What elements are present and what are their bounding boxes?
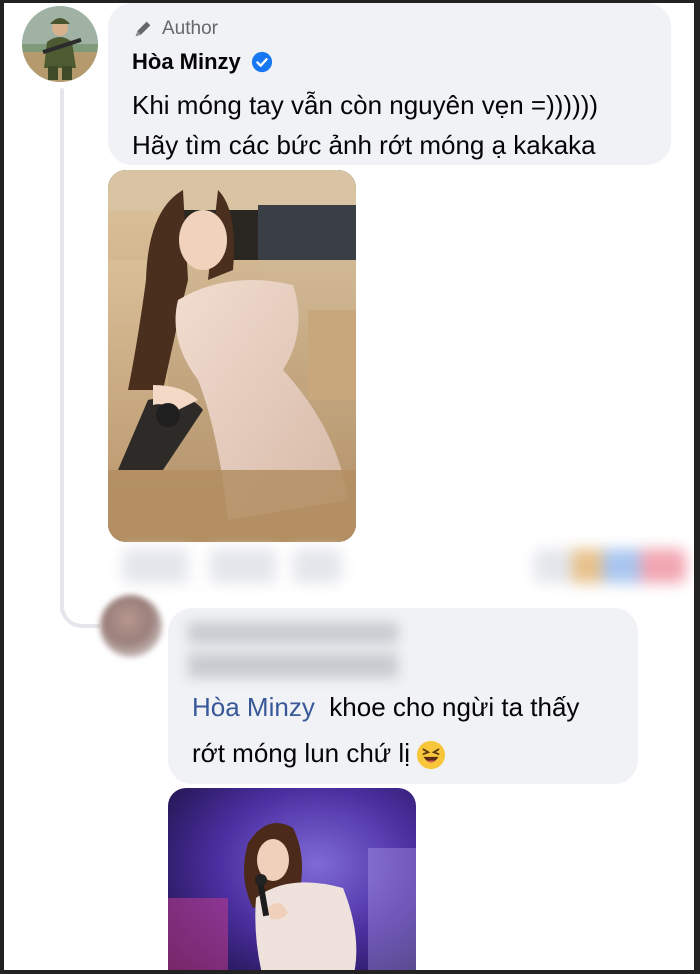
reply-text-line-2: rớt móng lun chứ lị xyxy=(192,730,632,776)
replier-name-blurred xyxy=(188,622,398,678)
reply-text-line-1: Hòa Minzy khoe cho ngừi ta thấy xyxy=(192,684,632,730)
pen-icon xyxy=(135,21,151,37)
comment-thread: Author Hòa Minzy Khi móng tay vẫn còn ng… xyxy=(4,3,694,970)
thread-line xyxy=(60,88,64,613)
reply-text-line-2-text: rớt móng lun chứ lị xyxy=(192,738,410,768)
verified-badge-icon xyxy=(251,51,272,73)
reply-photo[interactable] xyxy=(168,788,416,970)
replier-avatar[interactable] xyxy=(100,595,162,657)
reply-text-after-mention: khoe cho ngừi ta thấy xyxy=(329,692,580,722)
comment-text: Khi móng tay vẫn còn nguyên vẹn =)))))) … xyxy=(132,85,647,165)
blurred-reaction-summary xyxy=(534,549,686,583)
comment-bubble: Author Hòa Minzy Khi móng tay vẫn còn ng… xyxy=(108,3,671,165)
author-badge-label: Author xyxy=(162,18,218,39)
comment-text-line-2: Hãy tìm các bức ảnh rớt móng ạ kakaka xyxy=(132,130,596,160)
author-name[interactable]: Hòa Minzy xyxy=(132,49,241,75)
laughing-emoji-icon xyxy=(416,741,446,770)
author-avatar[interactable] xyxy=(22,6,98,82)
reply-text: Hòa Minzy khoe cho ngừi ta thấy rớt móng… xyxy=(192,684,632,776)
blurred-action-row xyxy=(122,549,342,583)
author-badge: Author xyxy=(132,17,647,41)
reply-bubble: Hòa Minzy khoe cho ngừi ta thấy rớt móng… xyxy=(168,608,638,784)
thread-connector xyxy=(60,578,100,628)
comment-photo[interactable] xyxy=(108,170,356,542)
mention-link[interactable]: Hòa Minzy xyxy=(192,692,315,722)
comment-text-line-1: Khi móng tay vẫn còn nguyên vẹn =)))))) xyxy=(132,90,599,120)
